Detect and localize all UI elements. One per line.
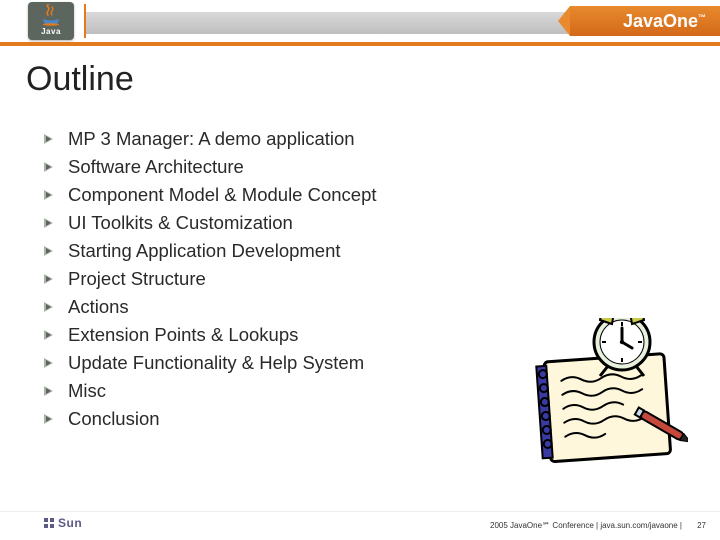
java-logo-badge: Java xyxy=(28,2,74,40)
list-item: Software Architecture xyxy=(44,153,690,181)
java-cup-icon xyxy=(41,18,61,26)
slide-footer: Sun 2005 JavaOne℠ Conference | java.sun.… xyxy=(0,506,720,540)
slide-title: Outline xyxy=(26,60,134,99)
javaone-brand-block: JavaOne™ xyxy=(570,6,720,36)
clipart-svg xyxy=(530,318,688,476)
list-item: Component Model & Module Concept xyxy=(44,181,690,209)
sun-logo: Sun xyxy=(44,516,82,530)
list-item: Actions xyxy=(44,293,690,321)
list-item: MP 3 Manager: A demo application xyxy=(44,125,690,153)
page-number: 27 xyxy=(697,521,706,530)
java-logo-text: Java xyxy=(41,27,61,36)
list-item: Starting Application Development xyxy=(44,237,690,265)
brand-tm: ™ xyxy=(698,13,706,22)
list-item: UI Toolkits & Customization xyxy=(44,209,690,237)
footer-conference-text: 2005 JavaOne℠ Conference | java.sun.com/… xyxy=(490,521,682,530)
list-item: Project Structure xyxy=(44,265,690,293)
brand-word: JavaOne xyxy=(623,11,698,31)
clipart-clock-notebook xyxy=(530,318,688,476)
javaone-brand-text: JavaOne™ xyxy=(623,11,706,32)
sun-text: Sun xyxy=(58,516,82,530)
header-orange-rule xyxy=(0,42,720,46)
java-steam-icon xyxy=(43,4,59,16)
sun-grid-icon xyxy=(44,518,54,528)
slide-header: Java JavaOne™ xyxy=(0,0,720,42)
